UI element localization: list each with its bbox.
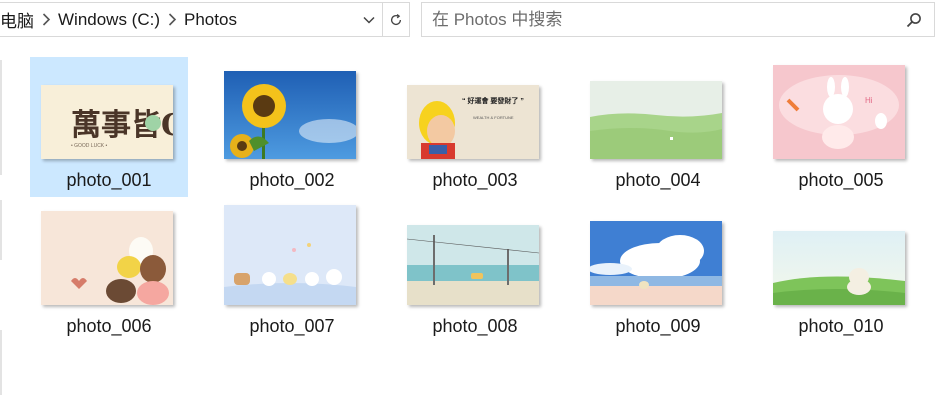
nav-pane-edge (0, 330, 2, 395)
file-item-photo-004[interactable]: photo_004 (579, 57, 737, 197)
file-item-photo-009[interactable]: photo_009 (579, 203, 737, 343)
thumbnail-photo-005: Hi (773, 65, 905, 159)
file-name: photo_004 (615, 170, 701, 190)
svg-text:• GOOD LUCK •: • GOOD LUCK • (71, 143, 108, 149)
file-name: photo_002 (249, 170, 335, 190)
chevron-down-icon (363, 16, 375, 24)
thumbnail-photo-007 (224, 205, 356, 305)
refresh-icon (391, 13, 402, 25)
file-item-photo-006[interactable]: photo_006 (30, 203, 188, 343)
nav-pane-edge (0, 60, 2, 175)
address-history-dropdown[interactable] (356, 3, 382, 36)
file-item-photo-002[interactable]: photo_002 (213, 57, 371, 197)
breadcrumb-chevron-icon[interactable] (38, 3, 54, 36)
file-name: photo_009 (615, 316, 701, 336)
thumbnail-photo-010 (773, 231, 905, 305)
file-name: photo_008 (432, 316, 518, 336)
thumbnail-photo-009 (590, 221, 722, 305)
search-icon[interactable] (900, 3, 928, 36)
address-bar[interactable]: 电脑 Windows (C:) Photos (0, 2, 410, 37)
thumbnail-photo-002 (224, 71, 356, 159)
search-input[interactable] (422, 3, 900, 36)
thumbnail-photo-006 (41, 211, 173, 305)
refresh-button[interactable] (383, 3, 409, 36)
file-name: photo_007 (249, 316, 335, 336)
thumbnail-photo-001: 萬事皆OK • GOOD LUCK • (41, 85, 173, 159)
file-item-photo-010[interactable]: photo_010 (762, 203, 920, 343)
file-item-photo-003[interactable]: “ 好運會 要發財了 ” WEALTH & FORTUNE photo_003 (396, 57, 554, 197)
file-item-photo-007[interactable]: photo_007 (213, 203, 371, 343)
breadcrumb-item-photos[interactable]: Photos (180, 10, 241, 30)
svg-text:WEALTH & FORTUNE: WEALTH & FORTUNE (473, 115, 514, 120)
thumbnail-photo-008 (407, 225, 539, 305)
nav-pane-edge (0, 200, 2, 260)
file-name: photo_001 (66, 170, 152, 190)
file-name: photo_006 (66, 316, 152, 336)
thumb-quote-text: “ 好運會 要發財了 ” (462, 96, 524, 105)
thumbnail-photo-004 (590, 81, 722, 159)
breadcrumb: 电脑 Windows (C:) Photos (0, 3, 241, 36)
file-name: photo_010 (798, 316, 884, 336)
thumbnail-photo-003: “ 好運會 要發財了 ” WEALTH & FORTUNE (407, 85, 539, 159)
file-name: photo_003 (432, 170, 518, 190)
file-item-photo-001[interactable]: 萬事皆OK • GOOD LUCK • photo_001 (30, 57, 188, 197)
file-item-photo-005[interactable]: Hi photo_005 (762, 57, 920, 197)
search-box[interactable] (421, 2, 935, 37)
breadcrumb-chevron-icon[interactable] (164, 3, 180, 36)
breadcrumb-item-windows-c[interactable]: Windows (C:) (54, 10, 164, 30)
file-item-photo-008[interactable]: photo_008 (396, 203, 554, 343)
breadcrumb-item-this-pc[interactable]: 电脑 (0, 7, 38, 32)
thumb-mark-text: Hi (865, 96, 873, 105)
file-name: photo_005 (798, 170, 884, 190)
